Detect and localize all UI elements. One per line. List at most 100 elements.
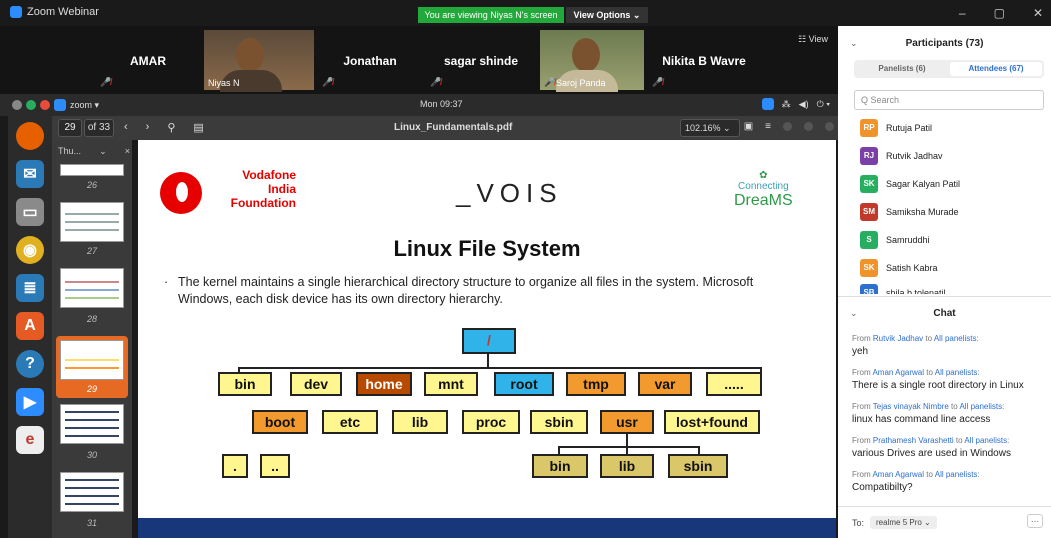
video-tile[interactable]: Nikita B Wavre 🎤̸: [648, 30, 760, 90]
power-icon[interactable]: ⏻ ▾: [817, 99, 830, 110]
tab-panelists[interactable]: Panelists (6): [856, 62, 948, 76]
dir-box: boot: [252, 410, 308, 434]
avatar: SK: [860, 175, 878, 193]
maximize-icon[interactable]: [804, 122, 813, 131]
activities-icon[interactable]: [12, 100, 22, 110]
tab-attendees[interactable]: Attendees (67): [950, 62, 1042, 76]
page-thumbnail[interactable]: [60, 404, 124, 444]
avatar: SB: [860, 284, 878, 294]
page-thumbnail[interactable]: [60, 202, 124, 242]
zoom-tray-icon[interactable]: [761, 98, 774, 110]
minimize-icon[interactable]: [783, 122, 792, 131]
prev-page-icon[interactable]: ‹: [124, 121, 128, 134]
annotate-icon[interactable]: ▣: [744, 121, 753, 132]
sidebar-mode-select[interactable]: Thu...: [58, 146, 81, 157]
video-tile[interactable]: 🎤̸ Saroj Panda: [540, 30, 644, 92]
topbar-left: zoom ▾: [12, 99, 99, 111]
clock[interactable]: Mon 09:37: [420, 99, 463, 109]
participant-name: Sagar Kalyan Patil: [886, 179, 961, 189]
nav-icons: ‹ › ⚲ ▤: [124, 121, 204, 134]
page-thumbnail[interactable]: [60, 164, 124, 176]
participant-row[interactable]: SB shila b tolenatil: [860, 284, 946, 294]
pdf-page: Vodafone India Foundation _VOIS ✿ Connec…: [138, 140, 836, 538]
chat-message-text: There is a single root directory in Linu…: [852, 380, 1024, 391]
page-thumbnail[interactable]: [60, 472, 124, 512]
maximize-icon[interactable]: ▢: [994, 6, 1005, 20]
firefox-icon[interactable]: [16, 122, 44, 150]
status-icon: [26, 100, 36, 110]
bookmark-icon[interactable]: ▤: [193, 121, 203, 134]
zoom-select[interactable]: 102.16% ⌄: [680, 119, 740, 137]
vois-logo: _VOIS: [456, 178, 563, 208]
help-icon[interactable]: ?: [16, 350, 44, 378]
slide-bullet: · The kernel maintains a single hierarch…: [164, 275, 754, 306]
app-menu[interactable]: zoom ▾: [70, 100, 99, 111]
participants-header: Participants (73): [905, 38, 984, 49]
dir-box: proc: [462, 410, 520, 434]
view-options-button[interactable]: View Options ⌄: [566, 7, 648, 23]
participant-row[interactable]: RP Rutuja Patil: [860, 118, 932, 138]
more-options-icon[interactable]: ...: [1027, 514, 1043, 528]
chat-message-text: Compatibilty?: [852, 482, 913, 493]
dir-root-slash: /: [462, 328, 516, 354]
participant-name: Nikita B Wavre: [662, 54, 746, 68]
page-thumbnail[interactable]: [60, 268, 124, 308]
network-icon[interactable]: ⁂: [782, 99, 791, 110]
page-thumbnail-current[interactable]: [60, 340, 124, 380]
close-icon[interactable]: [825, 122, 834, 131]
thumbnail-page-number: 31: [86, 518, 97, 528]
participant-row[interactable]: SK Satish Kabra: [860, 258, 938, 278]
rhythmbox-icon[interactable]: ◉: [16, 236, 44, 264]
thumbnail-page-number: 29: [86, 384, 97, 394]
participant-name: Rutvik Jadhav: [886, 151, 943, 161]
dir-box: usr: [600, 410, 654, 434]
files-icon[interactable]: ▭: [16, 198, 44, 226]
close-icon[interactable]: ✕: [1033, 6, 1043, 20]
zoom-dock-icon[interactable]: ▶: [16, 388, 44, 416]
chat-message: From Tejas vinayak Nimbre to All panelis…: [852, 402, 1042, 425]
record-icon: [40, 100, 50, 110]
avatar: RJ: [860, 147, 878, 165]
video-tile[interactable]: Niyas N: [204, 30, 314, 92]
thunderbird-icon[interactable]: ✉: [16, 160, 44, 188]
participant-name: Saroj Panda: [556, 78, 606, 88]
dir-box: dev: [290, 372, 342, 396]
participant-tabs: Panelists (6) Attendees (67): [854, 60, 1044, 78]
document-filename: Linux_Fundamentals.pdf: [394, 122, 513, 133]
logo-dots-icon: ✿: [759, 170, 768, 181]
participant-row[interactable]: SK Sagar Kalyan Patil: [860, 174, 960, 194]
video-tile[interactable]: sagar shinde 🎤̸: [426, 30, 536, 90]
dir-box: sbin: [530, 410, 588, 434]
volume-icon[interactable]: ◀): [799, 99, 809, 110]
participant-row[interactable]: RJ Rutvik Jadhav: [860, 146, 943, 166]
dir-box: lost+found: [664, 410, 760, 434]
ubuntu-topbar: zoom ▾ Mon 09:37 ⁂ ◀) ⏻ ▾: [0, 94, 838, 116]
divider: [838, 506, 1051, 507]
dir-box: ..: [260, 454, 290, 478]
participant-search-input[interactable]: Q Search: [854, 90, 1044, 110]
tree-line: [558, 446, 700, 448]
menu-icon[interactable]: ≡: [765, 121, 771, 132]
next-page-icon[interactable]: ›: [146, 121, 150, 134]
software-icon[interactable]: A: [16, 312, 44, 340]
page-total: of 33: [84, 119, 114, 137]
muted-mic-icon: 🎤̸: [652, 77, 664, 87]
chevron-down-icon[interactable]: ⌄: [99, 146, 107, 157]
search-icon[interactable]: ⚲: [167, 121, 175, 134]
participant-row[interactable]: S Samruddhi: [860, 230, 930, 250]
window-title: Zoom Webinar: [27, 6, 99, 18]
writer-icon[interactable]: ≣: [16, 274, 44, 302]
chat-to-label: To:: [852, 517, 865, 528]
document-viewer-icon[interactable]: e: [16, 426, 44, 454]
chat-recipient-select[interactable]: realme 5 Pro ⌄: [870, 516, 937, 529]
participant-row[interactable]: SM Samiksha Murade: [860, 202, 959, 222]
dir-box: lib: [600, 454, 654, 478]
video-tile[interactable]: AMAR 🎤̸: [96, 30, 200, 90]
minimize-icon[interactable]: –: [959, 6, 966, 20]
page-number-input[interactable]: 29: [58, 119, 82, 137]
view-button[interactable]: ☷ View: [798, 34, 828, 45]
close-icon[interactable]: ×: [125, 146, 130, 157]
video-tile[interactable]: Jonathan 🎤̸: [318, 30, 422, 90]
vodafone-logo: [160, 172, 202, 214]
toolbar-right: ▣ ≡: [744, 121, 834, 132]
